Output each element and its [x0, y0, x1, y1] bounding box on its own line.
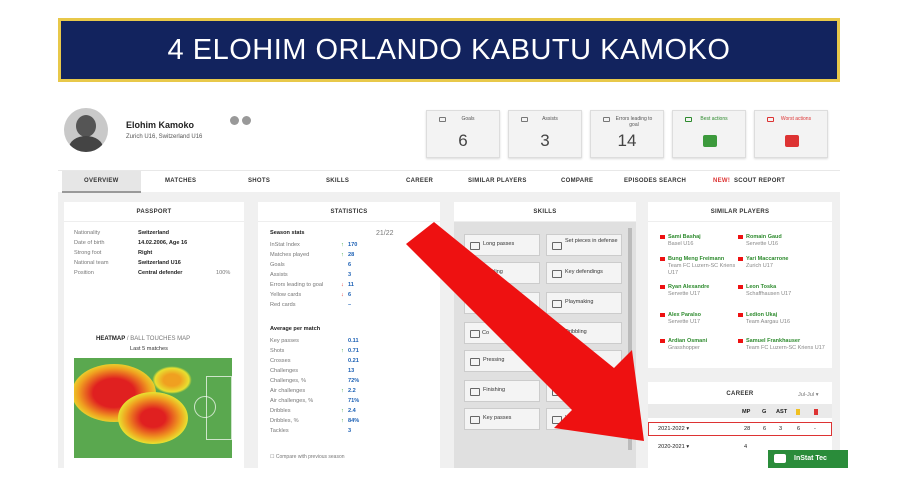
chat-label: InStat Tec — [794, 455, 827, 462]
player-profile-app: Elohim Kamoko Zurich U16, Switzerland U1… — [58, 98, 840, 468]
red-arrow-annotation — [406, 222, 644, 441]
chat-button[interactable]: InStat Tec — [768, 450, 848, 468]
page-title: 4 ELOHIM ORLANDO KABUTU KAMOKO — [167, 33, 731, 66]
chat-icon — [774, 454, 786, 463]
title-banner: 4 ELOHIM ORLANDO KABUTU KAMOKO — [58, 18, 840, 82]
